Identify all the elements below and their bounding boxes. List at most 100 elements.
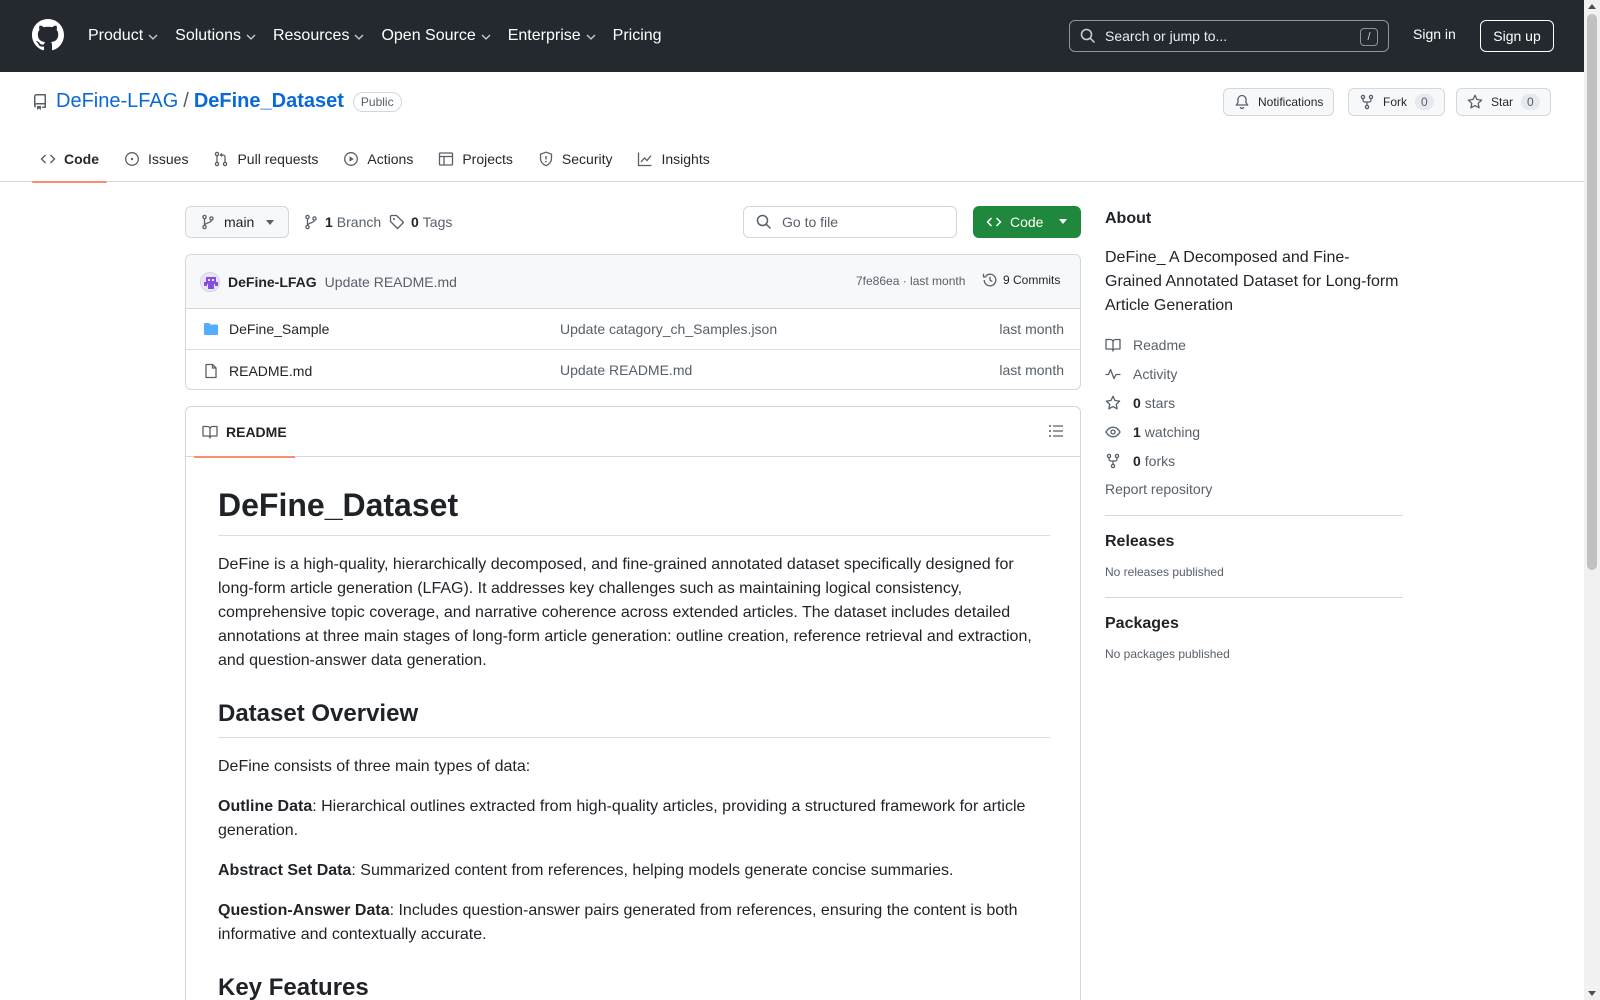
tab-actions[interactable]: Actions xyxy=(335,136,421,182)
readme-link-label: Readme xyxy=(1133,336,1186,353)
outline-data-paragraph: Outline Data: Hierarchical outlines extr… xyxy=(218,795,1050,843)
commit-author-link[interactable]: DeFine-LFAG xyxy=(228,274,317,290)
branches-link[interactable]: 1 Branch xyxy=(303,214,381,230)
code-icon xyxy=(986,217,1002,227)
about-description: DeFine_ A Decomposed and Fine-Grained An… xyxy=(1105,249,1399,314)
commit-hash-time[interactable]: 7fe86ea · last month xyxy=(856,274,965,288)
nav-open-source[interactable]: Open Source xyxy=(381,27,491,45)
activity-link[interactable]: Activity xyxy=(1105,365,1403,382)
fork-button[interactable]: Fork 0 xyxy=(1348,88,1445,116)
nav-label: Pricing xyxy=(612,27,662,44)
packages-heading[interactable]: Packages xyxy=(1105,615,1403,633)
repo-icon xyxy=(34,93,46,110)
readme-title: DeFine_Dataset xyxy=(218,485,1050,536)
readme-link[interactable]: Readme xyxy=(1105,336,1403,353)
watching-count: 1 xyxy=(1133,423,1141,440)
nav-label: Solutions xyxy=(175,27,241,44)
go-to-file-placeholder: Go to file xyxy=(782,214,839,230)
star-icon xyxy=(1467,94,1483,109)
nav-pricing[interactable]: Pricing xyxy=(613,27,662,45)
file-commit-time: last month xyxy=(999,321,1064,337)
code-dropdown-button[interactable]: Code xyxy=(973,206,1081,238)
readme-tab[interactable]: README xyxy=(194,407,295,458)
global-header: Product Solutions Resources Open Source … xyxy=(0,0,1584,72)
page-scrollbar[interactable] xyxy=(1584,0,1600,1000)
file-commit-message[interactable]: Update README.md xyxy=(560,362,692,378)
stars-label: stars xyxy=(1144,394,1176,411)
github-logo-icon[interactable] xyxy=(32,19,64,51)
section-heading-overview: Dataset Overview xyxy=(218,699,1050,738)
nav-label: Product xyxy=(88,27,144,44)
notifications-button[interactable]: Notifications xyxy=(1223,88,1335,116)
search-icon xyxy=(756,214,772,230)
repository-header: DeFine-LFAG / DeFine_Dataset Public Noti… xyxy=(0,72,1584,183)
tab-issues[interactable]: Issues xyxy=(116,136,196,182)
no-releases-text: No releases published xyxy=(1105,565,1224,579)
stars-link[interactable]: 0 stars xyxy=(1105,394,1403,411)
no-packages-text: No packages published xyxy=(1105,647,1230,661)
chevron-down-icon xyxy=(586,34,596,40)
sign-in-link[interactable]: Sign in xyxy=(1413,26,1456,42)
nav-label: Open Source xyxy=(381,27,476,44)
bell-icon xyxy=(1235,94,1249,110)
scroll-down-arrow-icon[interactable] xyxy=(1588,991,1596,996)
file-row[interactable]: README.md Update README.md last month xyxy=(186,350,1080,389)
tab-insights[interactable]: Insights xyxy=(629,136,717,182)
code-icon xyxy=(40,154,56,164)
tags-link[interactable]: 0 Tags xyxy=(389,214,452,230)
watchers-link[interactable]: 1 watching xyxy=(1105,423,1403,440)
go-to-file-input[interactable]: Go to file xyxy=(743,206,957,238)
chevron-down-icon xyxy=(148,34,158,40)
readme-panel: README DeFine_Dataset DeFine is a high-q… xyxy=(185,406,1081,1000)
fork-count: 0 xyxy=(1415,94,1434,110)
releases-heading[interactable]: Releases xyxy=(1105,533,1403,551)
activity-label: Activity xyxy=(1133,365,1178,382)
branch-name: main xyxy=(224,214,255,230)
report-repository-link[interactable]: Report repository xyxy=(1105,481,1403,497)
file-commit-message[interactable]: Update catagory_ch_Samples.json xyxy=(560,321,777,337)
avatar[interactable] xyxy=(200,271,220,292)
readme-content: DeFine_Dataset DeFine is a high-quality,… xyxy=(218,485,1050,1000)
list-outline-icon[interactable] xyxy=(1048,423,1064,439)
about-heading: About xyxy=(1105,210,1152,227)
file-name-link[interactable]: README.md xyxy=(229,363,312,379)
star-label: Star xyxy=(1491,95,1514,109)
nav-solutions[interactable]: Solutions xyxy=(175,27,256,45)
book-icon xyxy=(202,425,218,439)
commit-message-link[interactable]: Update README.md xyxy=(325,274,457,290)
repo-owner-link[interactable]: DeFine-LFAG xyxy=(56,90,178,113)
repo-name-link[interactable]: DeFine_Dataset xyxy=(194,90,344,113)
branch-count: 1 xyxy=(325,214,333,230)
tab-pull-requests[interactable]: Pull requests xyxy=(205,136,326,182)
tab-security[interactable]: Security xyxy=(530,136,621,182)
nav-label: Enterprise xyxy=(507,27,581,44)
search-input[interactable]: Search or jump to... / xyxy=(1069,20,1389,52)
pulse-icon xyxy=(1105,368,1121,379)
star-button[interactable]: Star 0 xyxy=(1456,88,1551,116)
qa-data-paragraph: Question-Answer Data: Includes question-… xyxy=(218,899,1050,947)
readme-header: README xyxy=(186,407,1080,458)
tab-label: Issues xyxy=(148,151,189,167)
file-row[interactable]: DeFine_Sample Update catagory_ch_Samples… xyxy=(186,309,1080,350)
nav-resources[interactable]: Resources xyxy=(273,27,364,45)
nav-product[interactable]: Product xyxy=(88,27,158,45)
commits-history-link[interactable]: 9 Commits xyxy=(982,272,1060,288)
eye-icon xyxy=(1105,426,1121,437)
file-name-link[interactable]: DeFine_Sample xyxy=(229,321,329,337)
table-icon xyxy=(439,152,454,166)
tab-code[interactable]: Code xyxy=(32,136,107,183)
forks-link[interactable]: 0 forks xyxy=(1105,452,1403,469)
branch-selector[interactable]: main xyxy=(185,206,289,238)
scrollbar-thumb[interactable] xyxy=(1587,14,1597,570)
tab-projects[interactable]: Projects xyxy=(430,136,521,182)
history-icon xyxy=(982,273,997,287)
abstract-desc: : Summarized content from references, he… xyxy=(351,862,954,879)
releases-section: Releases No releases published xyxy=(1105,516,1403,579)
scroll-up-arrow-icon[interactable] xyxy=(1588,4,1596,9)
nav-enterprise[interactable]: Enterprise xyxy=(508,27,596,45)
tag-label: Tags xyxy=(422,214,453,230)
chevron-down-icon xyxy=(481,34,491,40)
book-icon xyxy=(1105,338,1121,352)
sign-up-button[interactable]: Sign up xyxy=(1480,20,1554,52)
file-commit-time: last month xyxy=(999,362,1064,378)
